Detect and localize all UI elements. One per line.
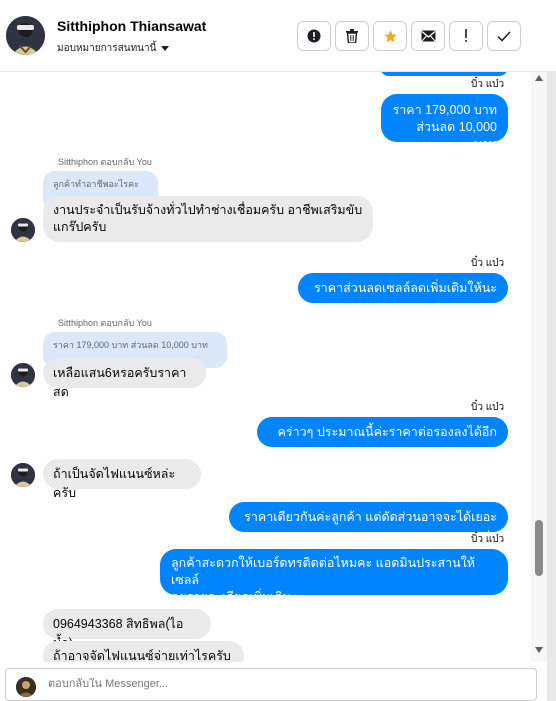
message-line: คุยรายละเอียดเพิ่มเติม	[171, 590, 291, 604]
message-thread[interactable]: บิ๋ว แบ๋ว ราคา 179,000 บาท ส่วนลด 10,000…	[0, 72, 530, 662]
scrollbar-thumb[interactable]	[535, 520, 543, 576]
message-bubble-outgoing[interactable]: คร่าวๆ ประมาณนี้ค่ะราคาต่อรองลงได้อีกนะค…	[257, 417, 508, 458]
conversation-toolbar	[297, 21, 521, 51]
alert-circle-icon	[307, 29, 321, 43]
message-line: แกร๊ปครับ	[53, 220, 107, 234]
conversation-header: Sitthiphon Thiansawat มอบหมายการสนทนานี้	[0, 0, 556, 72]
follow-up-button[interactable]	[449, 21, 483, 51]
delete-button[interactable]	[335, 21, 369, 51]
message-bubble-outgoing-partial[interactable]	[380, 72, 508, 76]
window-edge	[547, 72, 556, 701]
sender-avatar	[11, 363, 35, 387]
seen-indicator: บิ๋ว แบ๋ว	[471, 258, 505, 269]
message-bubble-incoming[interactable]: งานประจำเป็นรับจ้างทั่วไปทำช่างเชื่อมครั…	[43, 196, 373, 242]
message-bubble-incoming[interactable]: ถ้าเป็นจัดไฟแนนซ์หล่ะครับ	[43, 459, 201, 500]
message-bubble-outgoing[interactable]: ราคา 179,000 บาท ส่วนลด 10,000 บาท	[381, 94, 508, 151]
star-button[interactable]	[373, 21, 407, 51]
message-line: งานประจำเป็นรับจ้างทั่วไปทำช่างเชื่อมครั…	[53, 203, 363, 217]
mark-done-button[interactable]	[487, 21, 521, 51]
page-avatar	[16, 677, 36, 697]
reply-composer[interactable]	[5, 668, 537, 701]
seen-indicator: บิ๋ว แบ๋ว	[471, 534, 505, 545]
sender-avatar	[11, 463, 35, 487]
reply-context-label: Sitthiphon ตอบกลับ You	[58, 318, 152, 328]
star-icon	[383, 29, 397, 42]
spam-button[interactable]	[297, 21, 331, 51]
message-bubble-incoming[interactable]: เหลือแสน6หรอครับราคาสด	[43, 358, 206, 399]
messenger-conversation-window: Sitthiphon Thiansawat มอบหมายการสนทนานี้	[0, 0, 556, 701]
reply-input[interactable]	[48, 678, 508, 690]
message-bubble-outgoing[interactable]: ราคาเดียวกันค่ะลูกค้า แต่ดัดส่วนอาจจะได้…	[229, 502, 508, 543]
contact-name[interactable]: Sitthiphon Thiansawat	[57, 18, 206, 34]
assign-conversation-dropdown[interactable]: มอบหมายการสนทนานี้	[57, 41, 170, 56]
contact-avatar[interactable]	[6, 16, 45, 55]
message-bubble-outgoing[interactable]: ราคาส่วนลดเซลล์ลดเพิ่มเติมให้นะคะ	[298, 273, 508, 314]
exclamation-icon	[465, 29, 467, 42]
message-line: ราคา 179,000 บาท	[392, 103, 497, 117]
scroll-down-arrow-icon[interactable]	[535, 647, 543, 653]
caret-down-icon	[161, 46, 170, 51]
message-bubble-outgoing[interactable]: ลูกค้าสะดวกให้เบอร์ดทรติดต่อไหมคะ แอดมิน…	[160, 549, 508, 604]
message-bubble-incoming-partial[interactable]: ถ้าอาจจัดไฟแนนซ์จ่ายเท่าไรครับพี่	[43, 641, 244, 662]
reply-context-label: Sitthiphon ตอบกลับ You	[58, 157, 152, 167]
message-line: ส่วนลด 10,000 บาท	[416, 120, 497, 151]
scroll-up-arrow-icon[interactable]	[535, 75, 543, 81]
seen-indicator: บิ๋ว แบ๋ว	[471, 79, 505, 90]
envelope-icon	[421, 30, 435, 42]
seen-indicator: บิ๋ว แบ๋ว	[471, 402, 505, 413]
sender-avatar	[11, 218, 35, 242]
assign-conversation-label: มอบหมายการสนทนานี้	[57, 43, 157, 54]
mark-unread-button[interactable]	[411, 21, 445, 51]
check-icon	[497, 30, 511, 42]
message-line: ลูกค้าสะดวกให้เบอร์ดทรติดต่อไหมคะ แอดมิน…	[171, 556, 476, 587]
message-bubble-incoming[interactable]: 0964943368 สิทธิพล(ไอน้ำ)	[43, 609, 211, 650]
trash-icon	[346, 29, 358, 43]
